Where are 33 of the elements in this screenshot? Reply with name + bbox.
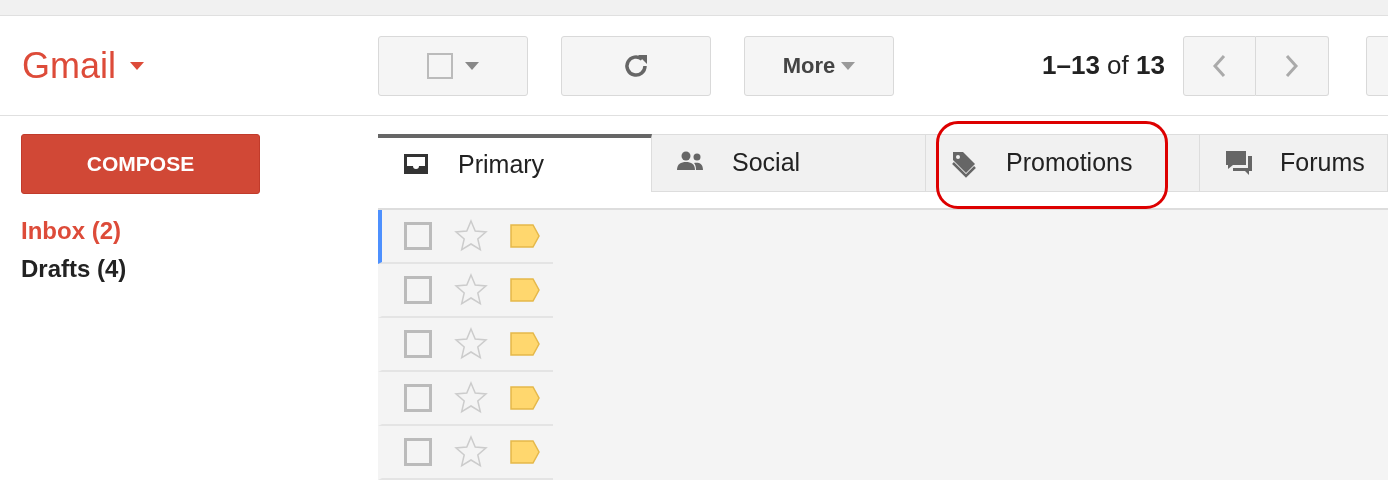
email-row[interactable] <box>378 210 553 264</box>
star-icon[interactable] <box>454 327 488 361</box>
importance-marker-icon[interactable] <box>510 278 540 302</box>
checkbox-icon <box>427 52 453 79</box>
importance-marker-icon[interactable] <box>510 332 540 356</box>
folder-link[interactable]: Inbox (2) <box>21 212 378 250</box>
caret-icon <box>130 61 144 70</box>
page-range: 1–13 of 13 <box>1042 49 1165 82</box>
importance-marker-icon[interactable] <box>510 440 540 464</box>
importance-marker-icon[interactable] <box>510 224 540 248</box>
app-logo[interactable]: Gmail <box>22 38 116 93</box>
star-icon[interactable] <box>454 273 488 307</box>
more-button[interactable]: More <box>744 35 894 96</box>
next-button[interactable] <box>1255 35 1329 96</box>
category-tab[interactable]: Primary <box>378 134 652 192</box>
folder-link[interactable]: Drafts (4) <box>21 250 378 288</box>
star-icon[interactable] <box>454 219 488 253</box>
checkbox[interactable] <box>404 330 432 358</box>
importance-marker-icon[interactable] <box>510 386 540 410</box>
checkbox[interactable] <box>404 384 432 412</box>
checkbox[interactable] <box>404 276 432 304</box>
chevron-left-icon <box>1212 53 1227 78</box>
previous-button[interactable] <box>1182 35 1256 96</box>
checkbox[interactable] <box>404 438 432 466</box>
star-icon[interactable] <box>454 435 488 469</box>
caret-icon <box>465 61 479 70</box>
caret-icon <box>841 61 856 70</box>
star-icon[interactable] <box>454 381 488 415</box>
compose-button[interactable]: COMPOSE <box>21 134 260 194</box>
chevron-right-icon <box>1284 53 1299 78</box>
select-button[interactable] <box>378 35 528 96</box>
checkbox[interactable] <box>404 222 432 250</box>
refresh-button[interactable] <box>561 35 711 96</box>
